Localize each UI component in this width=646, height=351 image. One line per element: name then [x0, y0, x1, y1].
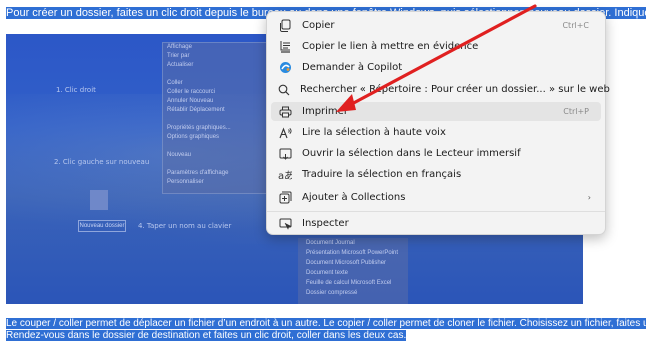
menu-item-inspect[interactable]: Inspecter: [271, 214, 601, 233]
menu-image-item: Trier par: [167, 53, 190, 59]
menu-divider: [267, 211, 605, 212]
new-submenu-image: Document Journal Présentation Microsoft …: [298, 238, 408, 304]
step2-callout: 2. Clic gauche sur nouveau: [54, 158, 150, 166]
menu-image-item: Rétablir Déplacement: [167, 107, 225, 113]
menu-item-immersive-reader[interactable]: Ouvrir la sélection dans le Lecteur imme…: [271, 144, 601, 163]
menu-item-print[interactable]: Imprimer Ctrl+P: [271, 102, 601, 121]
printer-icon: [278, 105, 292, 119]
menu-item-label: Rechercher « Répertoire : Pour créer un …: [300, 84, 610, 95]
menu-item-search-web[interactable]: Rechercher « Répertoire : Pour créer un …: [271, 80, 610, 99]
desktop-context-menu-image: Affichage Trier par Actualiser Coller Co…: [162, 42, 274, 194]
submenu-image-item: Document texte: [306, 270, 349, 276]
menu-image-item: Affichage: [167, 44, 192, 50]
submenu-image-item: Document Journal: [306, 240, 355, 246]
menu-image-item: Coller: [167, 80, 183, 86]
menu-item-label: Lire la sélection à haute voix: [302, 127, 446, 138]
folder-icon: [90, 190, 108, 210]
menu-image-item: Annuler Nouveau: [167, 98, 214, 104]
menu-item-label: Demander à Copilot: [302, 62, 403, 73]
shortcut-label: Ctrl+P: [563, 107, 589, 116]
immersive-reader-icon: [278, 147, 292, 161]
selected-text: Le couper / coller permet de déplacer un…: [6, 318, 646, 329]
menu-image-item: [163, 115, 273, 124]
link-highlight-icon: [278, 40, 292, 54]
menu-image-item: Personnaliser: [167, 179, 204, 185]
menu-image-item: Coller le raccourci: [167, 89, 216, 95]
step1-callout: 1. Clic droit: [56, 86, 96, 94]
menu-image-item: [163, 160, 273, 169]
read-aloud-icon: [278, 126, 292, 140]
menu-image-item: [163, 142, 273, 151]
submenu-image-item: Feuille de calcul Microsoft Excel: [306, 280, 392, 286]
copilot-icon: [278, 61, 292, 75]
svg-text:あ: あ: [284, 170, 292, 181]
collections-icon: [278, 191, 292, 205]
inspect-icon: [278, 217, 292, 231]
translate-icon: aあ: [278, 168, 292, 182]
menu-image-item: Nouveau: [167, 152, 192, 158]
menu-image-item: Paramètres d'affichage: [167, 170, 229, 176]
document-bottom-text: Le couper / coller permet de déplacer un…: [6, 318, 646, 342]
menu-image-item: [163, 70, 273, 79]
menu-item-copy[interactable]: Copier Ctrl+C: [271, 16, 601, 35]
chevron-right-icon: ›: [587, 193, 591, 202]
search-icon: [278, 83, 290, 97]
menu-item-translate[interactable]: aあ Traduire la sélection en français: [271, 165, 601, 184]
folder-name-box: Nouveau dossier: [78, 220, 126, 232]
menu-item-copy-highlight-link[interactable]: Copier le lien à mettre en évidence: [271, 37, 601, 56]
copy-icon: [278, 19, 292, 33]
step4-callout: 4. Taper un nom au clavier: [138, 222, 232, 230]
menu-image-item: Propriétés graphiques...: [167, 125, 231, 131]
menu-item-ask-copilot[interactable]: Demander à Copilot: [271, 58, 601, 77]
submenu-image-item: Document Microsoft Publisher: [306, 260, 387, 266]
selected-text: Rendez-vous dans le dossier de destinati…: [6, 330, 407, 341]
menu-item-read-aloud[interactable]: Lire la sélection à haute voix: [271, 123, 601, 142]
menu-item-add-to-collections[interactable]: Ajouter à Collections ›: [271, 188, 601, 207]
menu-item-label: Inspecter: [302, 218, 349, 229]
menu-item-label: Ajouter à Collections: [302, 192, 406, 203]
menu-item-label: Copier: [302, 20, 335, 31]
submenu-image-item: Dossier compressé: [306, 290, 358, 296]
menu-item-label: Imprimer: [302, 106, 348, 117]
menu-image-item: Actualiser: [167, 62, 194, 68]
menu-item-label: Copier le lien à mettre en évidence: [302, 41, 479, 52]
menu-item-label: Ouvrir la sélection dans le Lecteur imme…: [302, 148, 521, 159]
menu-image-item: Options graphiques: [167, 134, 220, 140]
shortcut-label: Ctrl+C: [562, 21, 589, 30]
submenu-image-item: Présentation Microsoft PowerPoint: [306, 250, 399, 256]
menu-item-label: Traduire la sélection en français: [302, 169, 462, 180]
browser-context-menu: Copier Ctrl+C Copier le lien à mettre en…: [266, 11, 610, 235]
